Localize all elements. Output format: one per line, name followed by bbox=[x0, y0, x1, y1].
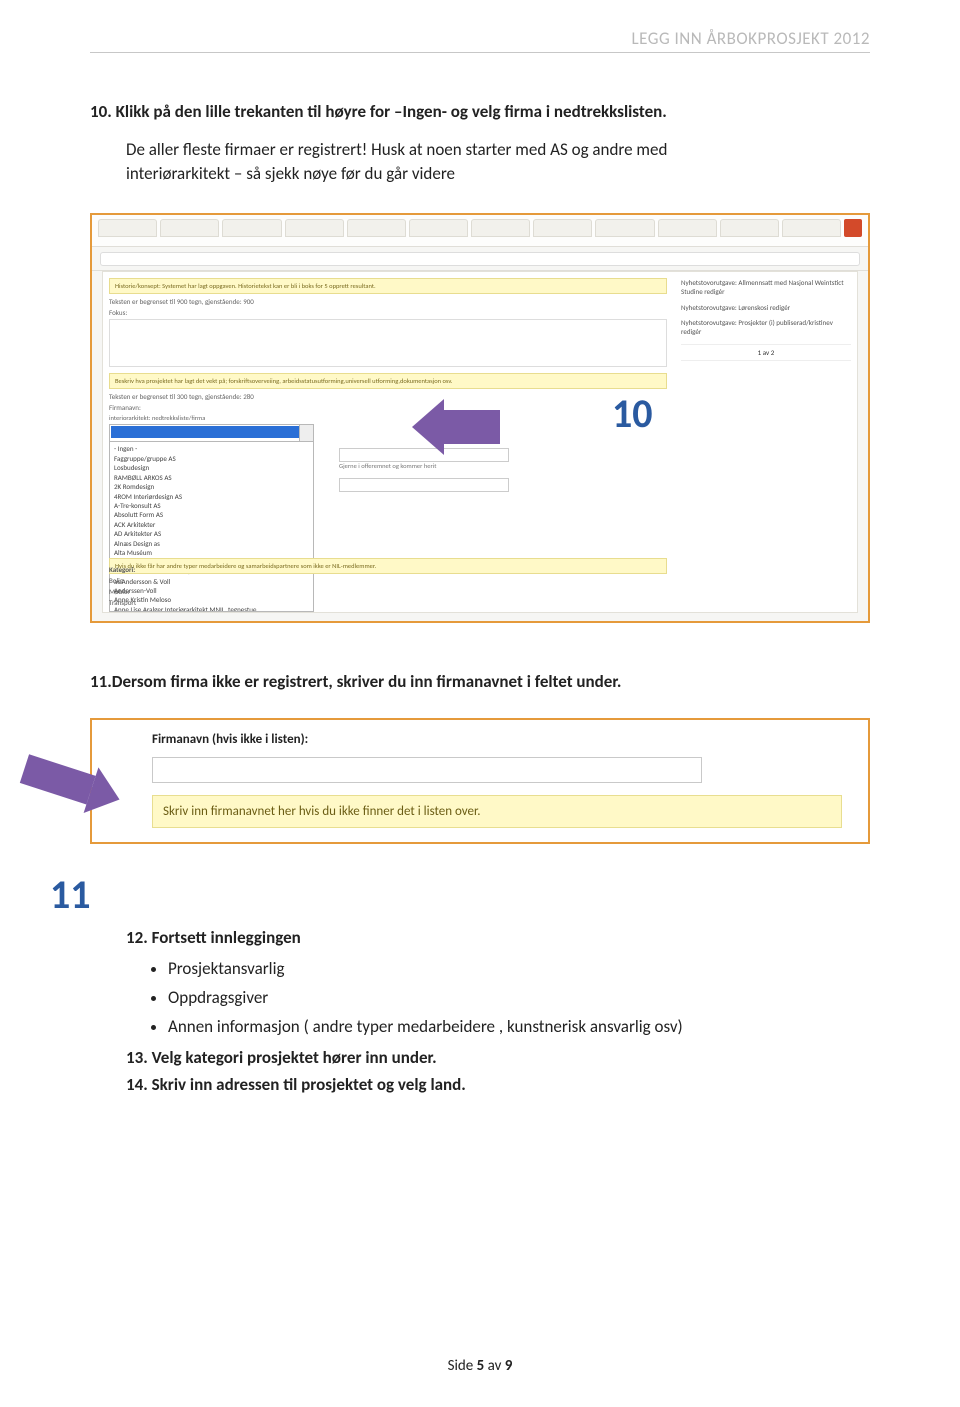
step-13-heading: 13. Velg kategori prosjektet hører inn u… bbox=[126, 1047, 870, 1068]
form-main: Historie/konsept: Systemet har lagt oppg… bbox=[109, 278, 667, 606]
callout-10: 10 bbox=[612, 389, 653, 438]
dropdown-option[interactable]: RAMBØLL ARKOS AS bbox=[114, 473, 309, 482]
footer-av: av bbox=[484, 1357, 505, 1375]
dropdown-option[interactable]: as Andersson & Voll bbox=[114, 577, 309, 586]
dropdown-option[interactable]: Losbudesign bbox=[114, 463, 309, 472]
category-option[interactable]: Bolig bbox=[109, 575, 136, 586]
callout-11: 11 bbox=[50, 870, 870, 919]
address-bar bbox=[92, 247, 868, 271]
dropdown-option[interactable]: Anderssen-Voll bbox=[114, 586, 309, 595]
dropdown-option[interactable]: Alnæs Design as bbox=[114, 539, 309, 548]
dropdown-option[interactable]: - Ingen - bbox=[114, 444, 309, 453]
dropdown-option[interactable]: 2K Romdesign bbox=[114, 482, 309, 491]
dropdown-option[interactable]: ACK Arkitekter bbox=[114, 520, 309, 529]
bullet-item: Prosjektansvarlig bbox=[168, 954, 870, 983]
dropdown-option[interactable]: Faggruppe/gruppe AS bbox=[114, 454, 309, 463]
step-10-body: De aller fleste firmaer er registrert! H… bbox=[126, 138, 766, 186]
char-count-2: Teksten er begrenset til 300 tegn, gjens… bbox=[109, 392, 667, 401]
dropdown-option[interactable]: Alta Muséum bbox=[114, 548, 309, 557]
url-input[interactable] bbox=[100, 252, 860, 266]
hint-describe: Beskriv hva prosjektet har lagt det vekt… bbox=[109, 373, 667, 389]
chevron-down-icon[interactable] bbox=[299, 425, 313, 441]
news-item: Nyhetstorovutgave: Lørenskosi redigér bbox=[681, 303, 851, 312]
hint-medarbeidere: Hvis du ikke får har andre typer medarbe… bbox=[109, 558, 667, 574]
char-count-1: Teksten er begrenset til 900 tegn, gjens… bbox=[109, 297, 667, 306]
step-14-heading: 14. Skriv inn adressen til prosjektet og… bbox=[126, 1074, 870, 1095]
dropdown-option[interactable]: Absolutt Form AS bbox=[114, 510, 309, 519]
hint-firmanavn-alt: Skriv inn firmanavnet her hvis du ikke f… bbox=[152, 795, 842, 828]
aux-label: Gjerne i offeremnet og kommer herit bbox=[339, 462, 436, 470]
step-11-heading: 11.Dersom firma ikke er registrert, skri… bbox=[90, 671, 870, 692]
footer-total: 9 bbox=[505, 1357, 513, 1375]
category-option[interactable]: Transport bbox=[109, 597, 136, 608]
firmanavn-alt-input[interactable] bbox=[152, 757, 702, 783]
pager: 1 av 2 bbox=[681, 344, 851, 361]
dropdown-option[interactable]: 4ROM Interiørdesign AS bbox=[114, 492, 309, 501]
content: 10. Klikk på den lille trekanten til høy… bbox=[90, 0, 870, 1095]
focus-label: Fokus: bbox=[109, 308, 667, 317]
bullet-item: Annen informasjon ( andre typer medarbei… bbox=[168, 1012, 870, 1041]
dropdown-option[interactable]: Anne Lise Aralger Interiørarkitekt MNIL,… bbox=[114, 605, 309, 613]
news-item: Nyhetstovorutgave: Allmennsatt med Nasjo… bbox=[681, 278, 851, 296]
dropdown-option[interactable]: AD Arkitekter AS bbox=[114, 529, 309, 538]
step-12-bullets: Prosjektansvarlig Oppdragsgiver Annen in… bbox=[168, 954, 870, 1041]
arrow-annotation-11 bbox=[17, 746, 127, 823]
close-icon[interactable] bbox=[844, 219, 862, 237]
firmanavn-alt-label: Firmanavn (hvis ikke i listen): bbox=[152, 732, 852, 747]
dropdown-option[interactable]: Anne Kristin Meloso bbox=[114, 595, 309, 604]
page-header: LEGG INN ÅRBOKPROSJEKT 2012 bbox=[631, 28, 870, 49]
firma-desc: interiorarkitekt: nedtrekksliste/firma bbox=[109, 414, 667, 422]
screenshot-2: Firmanavn (hvis ikke i listen): Skriv in… bbox=[90, 718, 870, 844]
arrow-annotation-10 bbox=[412, 399, 500, 455]
browser-tabs bbox=[92, 215, 868, 247]
category-option[interactable]: Møbler bbox=[109, 586, 136, 597]
step-12-heading: 12. Fortsett innleggingen bbox=[126, 927, 870, 948]
footer-side: Side bbox=[448, 1357, 477, 1375]
hint-history: Historie/konsept: Systemet har lagt oppg… bbox=[109, 278, 667, 294]
firma-dropdown[interactable]: - Ingen - Faggruppe/gruppe AS Losbudesig… bbox=[109, 442, 314, 612]
aux-input-2[interactable] bbox=[339, 478, 509, 492]
page-footer: Side 5 av 9 bbox=[0, 1357, 960, 1375]
news-sidebar: Nyhetstovorutgave: Allmennsatt med Nasjo… bbox=[681, 278, 851, 361]
screenshot-1: Nyhetstovorutgave: Allmennsatt med Nasjo… bbox=[90, 213, 870, 623]
category-list: Kategori: Bolig Møbler Transport bbox=[109, 564, 136, 608]
firmanavn-label: Firmanavn: bbox=[109, 403, 667, 412]
bullet-item: Oppdragsgiver bbox=[168, 983, 870, 1012]
firma-select[interactable] bbox=[109, 424, 314, 442]
dropdown-option[interactable]: A-Tre-konsult AS bbox=[114, 501, 309, 510]
focus-textarea[interactable] bbox=[109, 319, 667, 367]
category-label: Kategori: bbox=[109, 564, 136, 575]
step-10-heading: 10. Klikk på den lille trekanten til høy… bbox=[90, 100, 870, 124]
news-item: Nyhetstorovutgave: Prosjekter (i) publis… bbox=[681, 318, 851, 336]
header-rule bbox=[90, 52, 870, 53]
